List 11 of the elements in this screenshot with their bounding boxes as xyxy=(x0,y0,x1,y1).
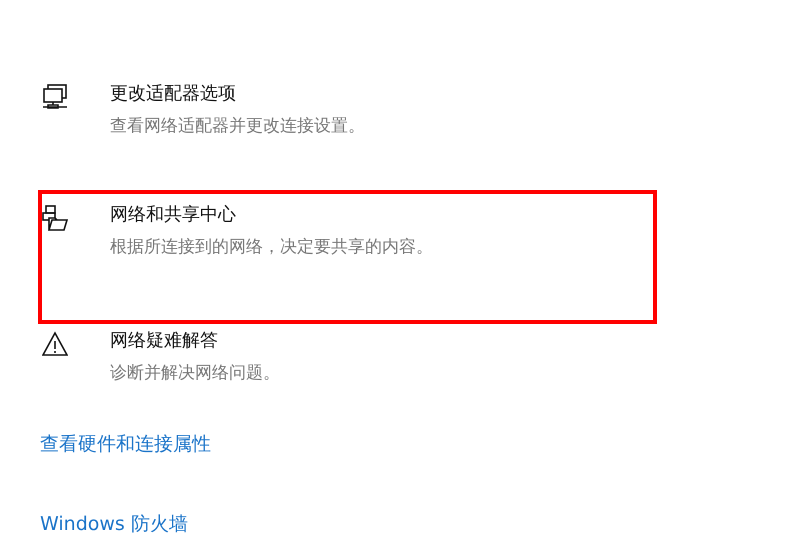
item-title[interactable]: 网络疑难解答 xyxy=(110,329,280,353)
item-title[interactable]: 网络和共享中心 xyxy=(110,203,433,227)
warning-icon xyxy=(42,331,68,357)
item-description: 根据所连接到的网络，决定要共享的内容。 xyxy=(110,236,433,259)
item-description: 查看网络适配器并更改连接设置。 xyxy=(110,115,365,138)
monitor-network-icon xyxy=(42,84,68,110)
folder-network-icon xyxy=(42,205,68,231)
item-title[interactable]: 更改适配器选项 xyxy=(110,82,365,106)
settings-link[interactable]: Windows 防火墙 xyxy=(40,511,188,534)
settings-link[interactable]: 查看硬件和连接属性 xyxy=(40,431,211,457)
item-description: 诊断并解决网络问题。 xyxy=(110,362,280,385)
